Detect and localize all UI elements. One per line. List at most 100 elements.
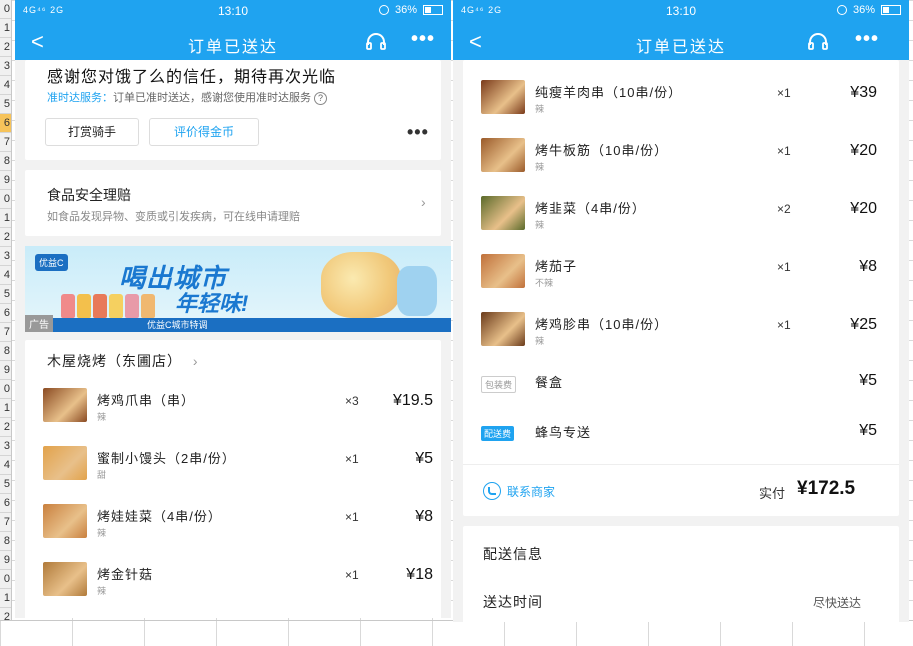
order-item-row: 烤鸡胗串（10串/份） 辣 ×1 ¥25	[463, 312, 899, 360]
row-number[interactable]: 7	[0, 513, 11, 532]
order-item-row: 烤茄子 不辣 ×1 ¥8	[463, 254, 899, 302]
item-thumbnail	[43, 388, 87, 422]
contact-merchant-button[interactable]: 联系商家	[483, 482, 555, 500]
row-number[interactable]: 1	[0, 589, 11, 608]
ontime-text: 订单已准时送达，感谢您使用准时达服务	[113, 92, 311, 104]
ad-footer-band	[25, 318, 451, 332]
signal-indicator: 4G⁴⁶ 2G	[461, 5, 503, 15]
item-spec: 甜	[97, 470, 107, 480]
row-number[interactable]: 9	[0, 361, 11, 380]
ad-bottle-illustration	[397, 266, 437, 316]
row-number[interactable]: 2	[0, 418, 11, 437]
item-price: ¥8	[859, 258, 877, 275]
item-spec: 辣	[97, 586, 107, 596]
ad-banner[interactable]: 优益C 喝出城市 年轻味! 优益C城市特调 广告	[25, 246, 451, 332]
shop-name-text: 木屋烧烤（东圃店）	[47, 353, 182, 369]
item-spec: 辣	[535, 336, 545, 346]
headset-icon[interactable]	[365, 32, 387, 52]
row-number[interactable]: 9	[0, 551, 11, 570]
status-time: 13:10	[665, 4, 697, 18]
row-number[interactable]: 5	[0, 475, 11, 494]
row-number[interactable]: 0	[0, 380, 11, 399]
order-items-card: 木屋烧烤（东圃店） › 烤鸡爪串（串）辣 ×3 ¥19.5 蜜制小馒头（2串/份）甜 ×…	[25, 340, 441, 618]
ad-bottles	[61, 294, 155, 318]
more-menu-button[interactable]: •••	[411, 29, 435, 49]
row-number[interactable]: 8	[0, 152, 11, 171]
more-options-button[interactable]: •••	[407, 122, 429, 143]
help-icon[interactable]: ?	[314, 92, 327, 105]
row-number[interactable]: 8	[0, 342, 11, 361]
back-button[interactable]: <	[469, 31, 482, 53]
item-spec: 辣	[535, 220, 545, 230]
total-amount: ¥172.5	[797, 478, 856, 499]
alarm-icon	[836, 5, 847, 15]
row-number[interactable]: 2	[0, 38, 11, 57]
ontime-tag: 准时达服务：	[47, 92, 113, 104]
item-spec: 不辣	[535, 278, 554, 288]
thanks-headline: 感谢您对饿了么的信任，期待再次光临	[47, 69, 337, 86]
item-name: 烤鸡胗串（10串/份）	[535, 317, 669, 332]
row-number[interactable]: 0	[0, 190, 11, 209]
item-quantity: ×1	[777, 86, 791, 100]
item-price: ¥20	[850, 142, 877, 159]
shop-name[interactable]: 木屋烧烤（东圃店） ›	[47, 351, 199, 371]
status-bar: 4G⁴⁶ 2G 13:10 36%	[453, 0, 909, 24]
item-quantity: ×1	[777, 318, 791, 332]
tip-rider-button[interactable]: 打赏骑手	[45, 118, 139, 146]
item-name: 烤金针菇	[97, 567, 154, 582]
item-price: ¥20	[850, 200, 877, 217]
row-number[interactable]: 1	[0, 209, 11, 228]
row-number[interactable]: 6	[0, 304, 11, 323]
item-price: ¥5	[415, 450, 433, 467]
item-name: 烤牛板筋（10串/份）	[535, 143, 669, 158]
headset-icon[interactable]	[807, 32, 829, 52]
row-number[interactable]: 3	[0, 57, 11, 76]
item-thumbnail	[43, 562, 87, 596]
row-number[interactable]: 3	[0, 437, 11, 456]
page-title: 订单已送达	[635, 39, 727, 56]
order-item-row: 烤鸡爪串（串）辣 ×3 ¥19.5	[25, 388, 441, 436]
row-number[interactable]: 5	[0, 95, 11, 114]
row-number[interactable]: 9	[0, 171, 11, 190]
row-number[interactable]: 8	[0, 532, 11, 551]
item-thumbnail	[481, 312, 525, 346]
row-number[interactable]: 1	[0, 399, 11, 418]
divider	[463, 464, 899, 465]
item-spec: 辣	[97, 412, 107, 422]
battery-icon	[423, 5, 443, 15]
ad-slogan-line2: 年轻味!	[175, 291, 249, 316]
row-number[interactable]: 7	[0, 133, 11, 152]
alarm-icon	[378, 5, 389, 15]
ontime-service-line: 准时达服务：订单已准时送达，感谢您使用准时达服务?	[47, 89, 327, 105]
signal-indicator: 4G⁴⁶ 2G	[23, 5, 65, 15]
delivery-time-value: 尽快送达	[813, 596, 862, 610]
row-number[interactable]: 4	[0, 266, 11, 285]
ad-brand-logo: 优益C	[35, 254, 68, 271]
more-menu-button[interactable]: •••	[855, 29, 879, 49]
row-number[interactable]: 7	[0, 323, 11, 342]
item-price: ¥18	[406, 566, 433, 583]
row-number[interactable]: 3	[0, 247, 11, 266]
row-number[interactable]: 2	[0, 228, 11, 247]
row-number[interactable]: 5	[0, 285, 11, 304]
item-spec: 辣	[535, 162, 545, 172]
row-number[interactable]: 0	[0, 0, 11, 19]
item-price: ¥19.5	[392, 392, 433, 409]
order-items-card: 纯瘦羊肉串（10串/份）辣 ×1 ¥39 烤牛板筋（10串/份）辣 ×1 ¥20 烤韭菜（4…	[463, 60, 899, 516]
row-number[interactable]: 6	[0, 494, 11, 513]
item-thumbnail	[481, 138, 525, 172]
delivery-fee-row: 配送费 蜂鸟专送 ¥5	[463, 422, 899, 470]
item-name: 烤韭菜（4串/份）	[535, 201, 646, 216]
back-button[interactable]: <	[31, 31, 44, 53]
page-title: 订单已送达	[187, 39, 279, 56]
row-number[interactable]: 1	[0, 19, 11, 38]
item-spec: 辣	[535, 104, 545, 114]
row-number[interactable]: 0	[0, 570, 11, 589]
food-safety-card[interactable]: 食品安全理赔 如食品发现异物、变质或引发疾病，可在线申请理赔 ›	[25, 170, 441, 236]
item-name: 烤娃娃菜（4串/份）	[97, 509, 222, 524]
row-number[interactable]: 4	[0, 456, 11, 475]
review-button[interactable]: 评价得金币	[149, 118, 259, 146]
row-number[interactable]: 6	[0, 114, 11, 133]
row-number[interactable]: 4	[0, 76, 11, 95]
status-time: 13:10	[217, 4, 249, 18]
